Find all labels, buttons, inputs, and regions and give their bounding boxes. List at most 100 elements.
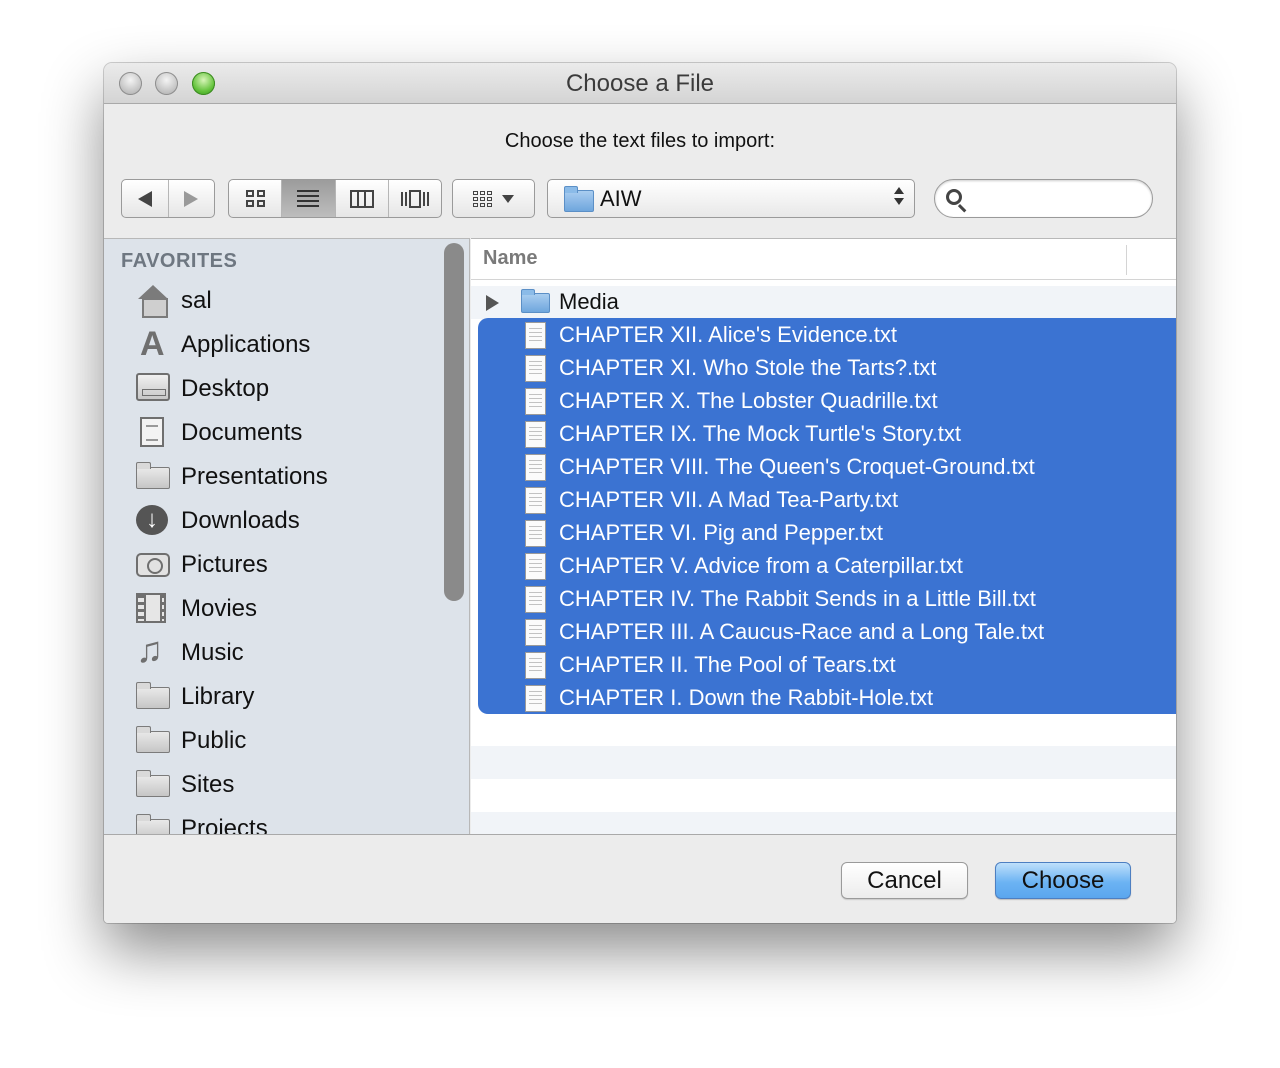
chevron-down-icon: [502, 194, 514, 203]
text-file-icon: [525, 322, 546, 349]
cover-flow-button[interactable]: [389, 180, 441, 217]
icon-view-button[interactable]: [229, 180, 283, 217]
back-arrow-icon: [137, 190, 152, 207]
sidebar-item-sal[interactable]: sal: [104, 281, 442, 321]
sidebar-item-label: Public: [181, 727, 247, 754]
column-divider: [1126, 245, 1127, 275]
list-item-label: CHAPTER VIII. The Queen's Croquet-Ground…: [559, 454, 1035, 479]
list-item[interactable]: CHAPTER X. The Lobster Quadrille.txt: [471, 385, 1176, 418]
text-file-icon: [525, 652, 546, 679]
sidebar-item-desktop[interactable]: Desktop: [104, 369, 442, 409]
sidebar-item-pictures[interactable]: Pictures: [104, 545, 442, 585]
text-file-icon: [525, 685, 546, 712]
desktop-icon: [136, 373, 170, 401]
list-item[interactable]: CHAPTER VIII. The Queen's Croquet-Ground…: [471, 451, 1176, 484]
text-file-icon: [525, 355, 546, 382]
dialog-prompt: Choose the text files to import:: [504, 130, 776, 152]
folder-icon: [135, 770, 170, 797]
sidebar-scrollbar[interactable]: [444, 243, 464, 601]
column-header-name[interactable]: Name: [483, 247, 537, 270]
sidebar-item-label: Movies: [181, 595, 258, 622]
folder-icon: [135, 726, 170, 753]
list-item[interactable]: CHAPTER IV. The Rabbit Sends in a Little…: [471, 583, 1176, 616]
list-item-label: CHAPTER I. Down the Rabbit-Hole.txt: [559, 685, 934, 710]
sidebar-item-public[interactable]: Public: [104, 721, 442, 761]
title-bar: Choose a File: [104, 63, 1176, 104]
list-item-label: CHAPTER XI. Who Stole the Tarts?.txt: [559, 355, 937, 380]
sidebar: FAVORITES sal Applications Desktop Docum…: [104, 238, 442, 834]
list-item-label: CHAPTER III. A Caucus-Race and a Long Ta…: [559, 619, 1045, 644]
sidebar-item-sites[interactable]: Sites: [104, 765, 442, 805]
sidebar-item-downloads[interactable]: Downloads: [104, 501, 442, 541]
sidebar-item-label: Applications: [181, 331, 311, 358]
list-item[interactable]: CHAPTER XI. Who Stole the Tarts?.txt: [471, 352, 1176, 385]
list-item-label: CHAPTER VII. A Mad Tea-Party.txt: [559, 487, 899, 512]
search-icon: [946, 189, 962, 205]
text-file-icon: [525, 553, 546, 580]
sidebar-item-label: Projects: [181, 815, 268, 834]
folder-icon: [135, 682, 170, 709]
list-item-label: CHAPTER II. The Pool of Tears.txt: [559, 652, 896, 677]
sidebar-item-label: Downloads: [181, 507, 300, 534]
sidebar-item-presentations[interactable]: Presentations: [104, 457, 442, 497]
list-item[interactable]: CHAPTER IX. The Mock Turtle's Story.txt: [471, 418, 1176, 451]
sidebar-item-movies[interactable]: Movies: [104, 589, 442, 629]
sidebar-item-label: Presentations: [181, 463, 328, 490]
column-header: Name: [471, 239, 1176, 280]
back-button[interactable]: [122, 180, 169, 217]
history-nav: [121, 179, 215, 218]
window-title: Choose a File: [565, 70, 715, 97]
text-file-icon: [525, 421, 546, 448]
cancel-button[interactable]: Cancel: [841, 862, 968, 899]
list-view-button[interactable]: [282, 180, 336, 217]
disclosure-triangle-icon[interactable]: [486, 295, 499, 311]
list-item[interactable]: CHAPTER I. Down the Rabbit-Hole.txt: [471, 682, 1176, 715]
list-item[interactable]: CHAPTER VI. Pig and Pepper.txt: [471, 517, 1176, 550]
list-item[interactable]: CHAPTER V. Advice from a Caterpillar.txt: [471, 550, 1176, 583]
arrange-menu-button[interactable]: [452, 179, 535, 218]
icon-view-icon: [245, 190, 265, 207]
list-item[interactable]: CHAPTER XII. Alice's Evidence.txt: [471, 319, 1176, 352]
column-view-button[interactable]: [336, 180, 389, 217]
home-icon: [136, 285, 170, 318]
sidebar-item-label: Documents: [181, 419, 303, 446]
sidebar-item-label: Music: [181, 639, 244, 666]
list-item[interactable]: CHAPTER III. A Caucus-Race and a Long Ta…: [471, 616, 1176, 649]
list-item[interactable]: CHAPTER II. The Pool of Tears.txt: [471, 649, 1176, 682]
list-item-label: CHAPTER XII. Alice's Evidence.txt: [559, 322, 897, 347]
row-stripe: [471, 812, 1176, 834]
column-view-icon: [349, 189, 374, 208]
folder-icon: [135, 462, 170, 489]
text-file-icon: [525, 388, 546, 415]
updown-arrows-icon: [894, 187, 904, 205]
dialog-footer: Cancel Choose: [104, 834, 1176, 923]
list-item-label: Media: [559, 289, 619, 314]
applications-icon: [136, 325, 170, 364]
sidebar-item-documents[interactable]: Documents: [104, 413, 442, 453]
forward-button[interactable]: [169, 180, 215, 217]
cover-flow-icon: [400, 189, 429, 208]
row-stripe: [471, 746, 1176, 779]
choose-button[interactable]: Choose: [995, 862, 1131, 899]
sidebar-item-applications[interactable]: Applications: [104, 325, 442, 365]
text-file-icon: [525, 487, 546, 514]
music-note-icon: [136, 629, 170, 671]
sidebar-item-library[interactable]: Library: [104, 677, 442, 717]
list-item[interactable]: CHAPTER VII. A Mad Tea-Party.txt: [471, 484, 1176, 517]
search-input[interactable]: [975, 185, 1140, 213]
text-file-icon: [525, 619, 546, 646]
sidebar-item-label: sal: [181, 287, 212, 314]
arrange-grid-icon: [473, 190, 492, 207]
file-dialog: Choose a File Choose the text files to i…: [104, 63, 1176, 923]
documents-icon: [140, 417, 164, 447]
sidebar-item-projects[interactable]: Projects: [104, 809, 442, 834]
list-item-folder-media[interactable]: Media: [471, 286, 1176, 319]
sidebar-item-music[interactable]: Music: [104, 629, 442, 673]
sidebar-item-label: Library: [181, 683, 255, 710]
sidebar-item-label: Pictures: [181, 551, 268, 578]
text-file-icon: [525, 520, 546, 547]
row-stripe: [471, 779, 1176, 812]
forward-arrow-icon: [184, 190, 199, 207]
location-popup[interactable]: AIW: [547, 179, 915, 218]
folder-icon: [521, 289, 550, 313]
